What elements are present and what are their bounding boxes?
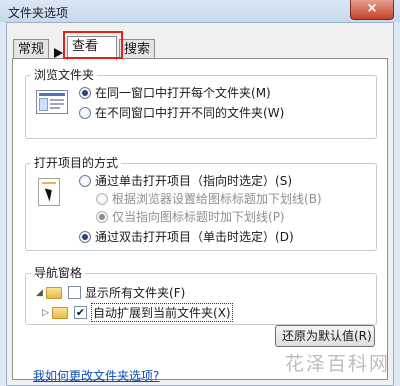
tab-highlight-box bbox=[63, 31, 123, 59]
radio-same-window[interactable] bbox=[79, 86, 91, 99]
browse-folders-title: 浏览文件夹 bbox=[31, 67, 98, 83]
option-different-window[interactable]: 在不同窗口中打开不同的文件夹 (W) bbox=[79, 104, 284, 121]
navigation-pane-title: 导航窗格 bbox=[31, 265, 86, 281]
open-items-title: 打开项目的方式 bbox=[31, 155, 122, 171]
option-different-window-label: 在不同窗口中打开不同的文件夹 bbox=[95, 106, 264, 120]
tree-collapsed-icon: ▷ bbox=[42, 307, 49, 318]
pointer-arrow-icon bbox=[54, 48, 63, 58]
click-cursor-icon bbox=[38, 178, 60, 206]
option-single-click[interactable]: 通过单击打开项目（指向时选定） (S) bbox=[79, 172, 292, 189]
tab-search[interactable]: 搜索 bbox=[119, 39, 156, 59]
option-auto-expand[interactable]: ▷ ✔ 自动扩展到当前文件夹(X) bbox=[42, 303, 233, 322]
browse-folders-icon bbox=[36, 90, 68, 114]
checkbox-auto-expand[interactable]: ✔ bbox=[74, 306, 87, 319]
option-underline-browser-label: 根据浏览器设置给图标标题加下划线 bbox=[112, 192, 305, 206]
tab-panel: 浏览文件夹 在同一窗口中打开每个文件夹 (M) 在不同窗口中打开不同的文件夹 (… bbox=[12, 58, 388, 383]
option-show-all-folders-hotkey: (F) bbox=[169, 285, 186, 300]
option-auto-expand-text: 自动扩展到当前文件夹(X) bbox=[91, 303, 233, 322]
radio-double-click[interactable] bbox=[79, 230, 91, 243]
radio-different-window[interactable] bbox=[79, 106, 91, 119]
folder-icon bbox=[52, 306, 68, 319]
option-show-all-folders-label: 显示所有文件夹 bbox=[85, 286, 170, 300]
option-show-all-folders[interactable]: ◢ 显示所有文件夹 (F) bbox=[36, 284, 185, 301]
tree-expanded-icon: ◢ bbox=[36, 287, 43, 298]
radio-underline-browser[interactable] bbox=[96, 192, 108, 205]
option-single-click-label: 通过单击打开项目（指向时选定） bbox=[95, 174, 276, 188]
option-underline-point[interactable]: 仅当指向图标标题时加下划线 (P) bbox=[96, 208, 285, 225]
option-auto-expand-hotkey: (X) bbox=[213, 306, 231, 320]
option-underline-point-label: 仅当指向图标标题时加下划线 bbox=[112, 210, 269, 224]
option-underline-point-hotkey: (P) bbox=[268, 209, 285, 224]
option-same-window-hotkey: (M) bbox=[251, 85, 271, 100]
option-same-window[interactable]: 在同一窗口中打开每个文件夹 (M) bbox=[79, 84, 271, 101]
title-bar: 文件夹选项 × bbox=[0, 0, 400, 22]
option-underline-browser[interactable]: 根据浏览器设置给图标标题加下划线 (B) bbox=[96, 190, 322, 207]
option-double-click[interactable]: 通过双击打开项目（单击时选定） (D) bbox=[79, 228, 294, 245]
option-same-window-label: 在同一窗口中打开每个文件夹 bbox=[95, 86, 252, 100]
radio-underline-point[interactable] bbox=[96, 210, 108, 223]
close-button[interactable]: × bbox=[350, 0, 394, 20]
window-title: 文件夹选项 bbox=[8, 6, 69, 20]
watermark-text: 花泽百科网 bbox=[284, 353, 390, 375]
checkbox-show-all-folders[interactable] bbox=[68, 286, 81, 299]
browse-folders-group: 浏览文件夹 在同一窗口中打开每个文件夹 (M) 在不同窗口中打开不同的文件夹 (… bbox=[25, 67, 377, 139]
open-items-group: 打开项目的方式 通过单击打开项目（指向时选定） (S) 根据浏览器设置给图标标题… bbox=[25, 155, 377, 251]
folder-icon bbox=[46, 286, 62, 299]
option-different-window-hotkey: (W) bbox=[263, 105, 285, 120]
tab-general[interactable]: 常规 bbox=[13, 39, 50, 59]
help-link[interactable]: 我如何更改文件夹选项? bbox=[33, 367, 159, 384]
option-auto-expand-label: 自动扩展到当前文件夹 bbox=[93, 306, 214, 320]
option-single-click-hotkey: (S) bbox=[275, 173, 292, 188]
option-double-click-hotkey: (D) bbox=[275, 229, 294, 244]
dialog-body: 常规 查看 搜索 浏览文件夹 在同一窗口中打开每个文件夹 (M) 在不同窗口中打… bbox=[6, 22, 394, 386]
navigation-pane-group: 导航窗格 ◢ 显示所有文件夹 (F) ▷ ✔ 自动扩展到当前文件夹(X) bbox=[25, 265, 377, 325]
option-underline-browser-hotkey: (B) bbox=[304, 191, 322, 206]
radio-single-click[interactable] bbox=[79, 174, 91, 187]
option-double-click-label: 通过双击打开项目（单击时选定） bbox=[95, 230, 276, 244]
restore-defaults-button[interactable]: 还原为默认值(R) bbox=[275, 325, 375, 347]
